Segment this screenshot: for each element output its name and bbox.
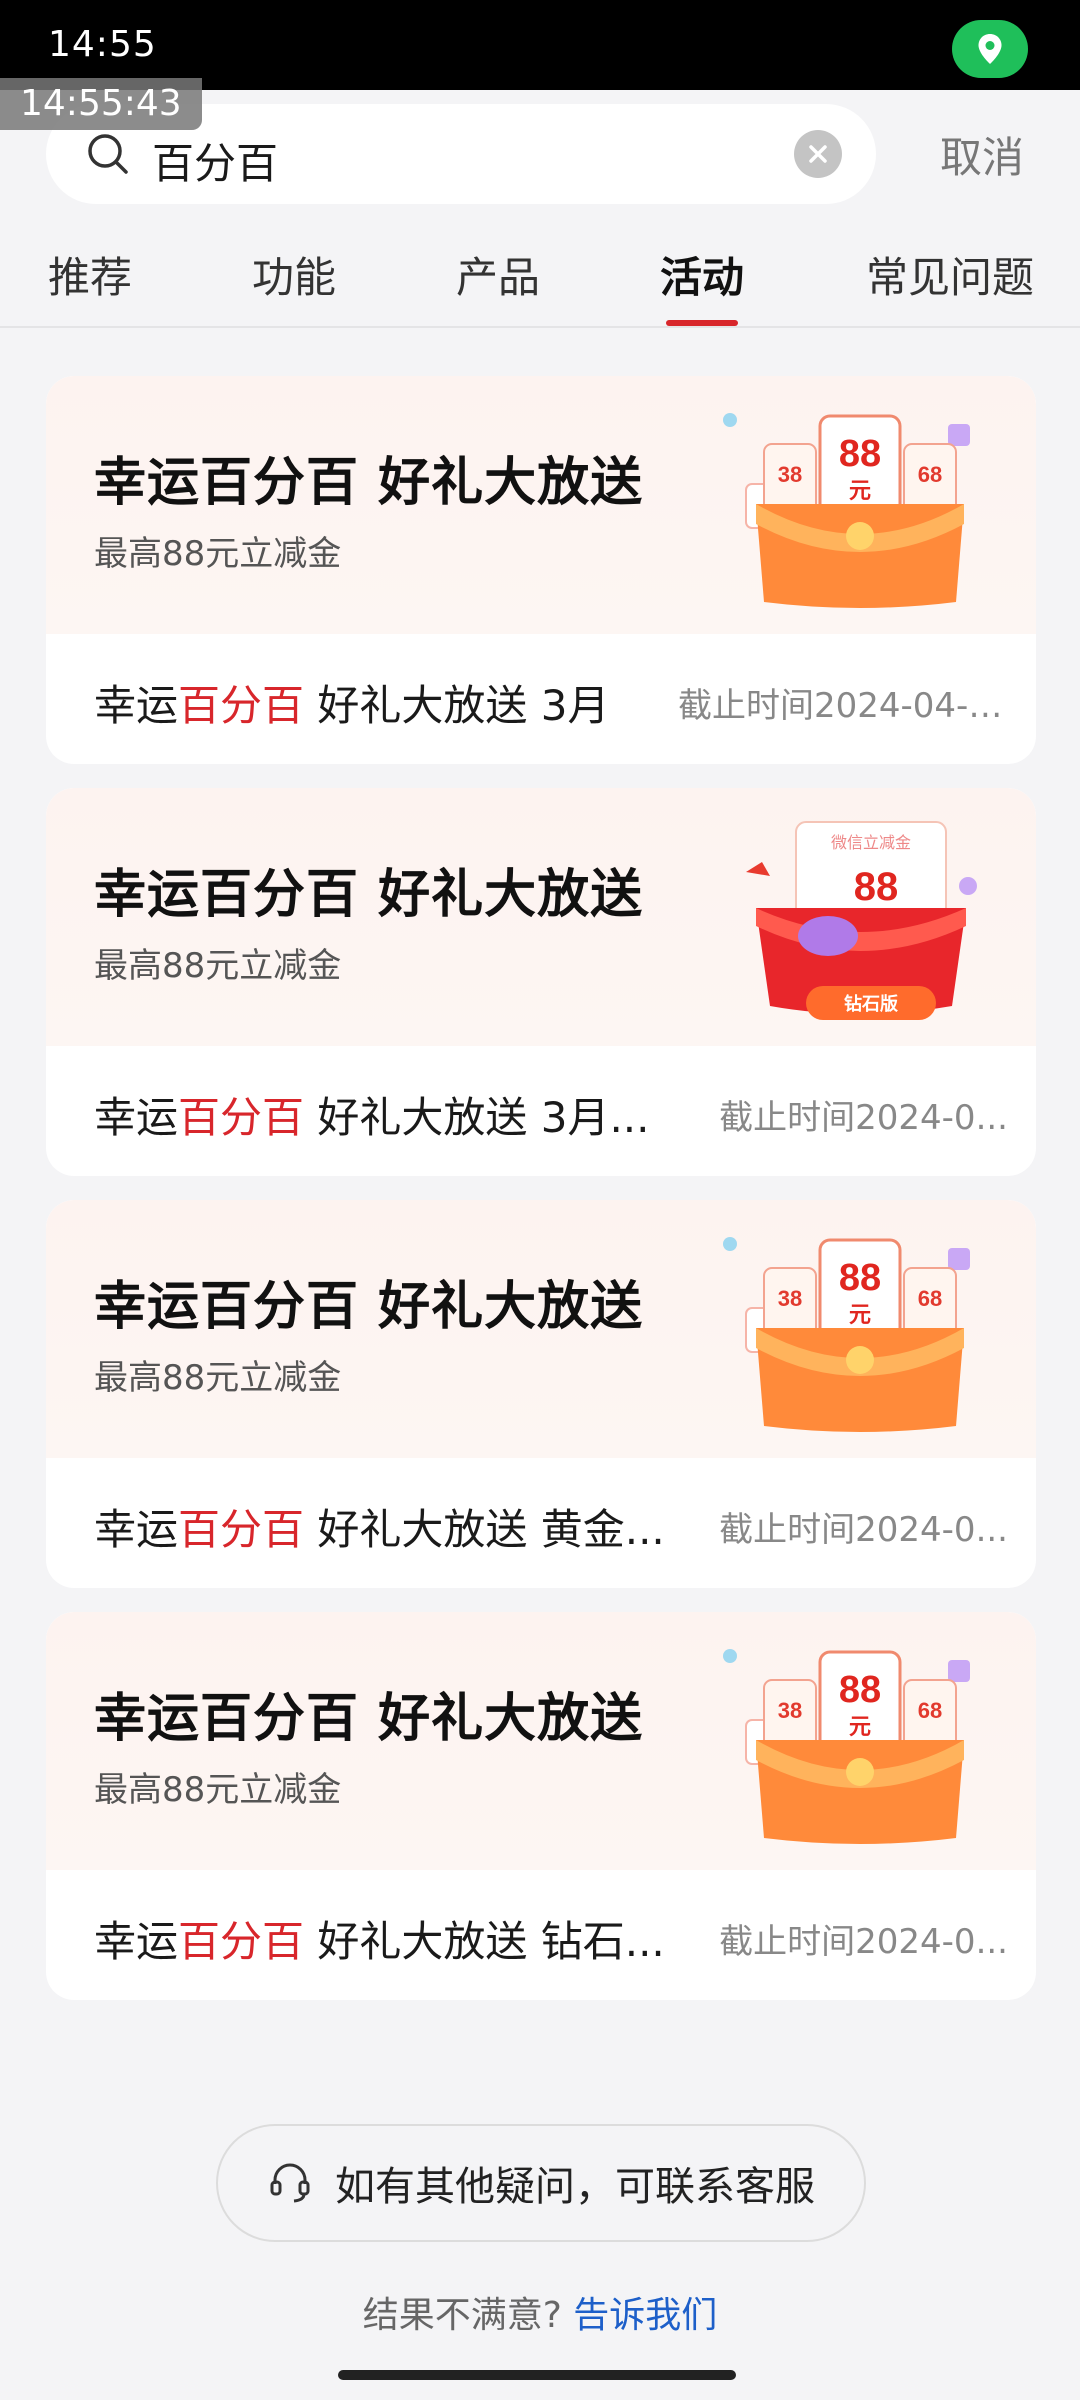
banner-title: 幸运百分百 好礼大放送	[94, 453, 644, 513]
title-prefix: 幸运	[94, 1917, 179, 1966]
svg-text:38: 38	[778, 1698, 802, 1723]
activity-title: 幸运百分百 好礼大放送 钻石...	[94, 1908, 694, 1969]
feedback-text: 结果不满意?	[362, 2295, 562, 2336]
timestamp-overlay: 14:55:43	[0, 78, 202, 130]
activity-banner: 幸运百分百 好礼大放送 最高88元立减金 38 68 88 元	[46, 376, 1036, 634]
headset-icon	[270, 2163, 310, 2203]
activity-card[interactable]: 幸运百分百 好礼大放送 最高88元立减金 微信立减金 88 钻石版 幸运百分百 …	[46, 788, 1036, 1176]
search-query: 百分百	[152, 139, 279, 188]
feedback-link[interactable]: 告诉我们	[573, 2295, 717, 2336]
status-time: 14:55	[48, 24, 157, 65]
title-highlight: 百分百	[178, 1093, 305, 1142]
tab-activities[interactable]: 活动	[660, 244, 744, 305]
active-tab-indicator	[666, 320, 738, 326]
cancel-button[interactable]: 取消	[940, 124, 1024, 185]
svg-text:钻石版: 钻石版	[844, 993, 898, 1015]
svg-text:38: 38	[778, 1286, 802, 1311]
svg-text:88: 88	[839, 433, 881, 475]
title-highlight: 百分百	[178, 1917, 305, 1966]
svg-text:68: 68	[918, 462, 942, 487]
category-tabs: 推荐 功能 产品 活动 常见问题	[0, 230, 1080, 328]
banner-title: 幸运百分百 好礼大放送	[94, 1277, 644, 1337]
svg-text:元: 元	[849, 479, 871, 504]
title-highlight: 百分百	[178, 681, 305, 730]
activity-deadline: 截止时间2024-04-30	[678, 686, 1008, 726]
activity-title: 幸运百分百 好礼大放送 3月	[94, 672, 654, 733]
svg-text:68: 68	[918, 1286, 942, 1311]
location-indicator	[952, 20, 1028, 78]
close-icon	[809, 145, 827, 163]
red-envelope-icon: 38 68 88 元	[723, 1649, 970, 1844]
title-suffix: 好礼大放送 3月	[304, 681, 610, 730]
title-suffix: 好礼大放送 3月...	[304, 1093, 650, 1142]
contact-support-button[interactable]: 如有其他疑问，可联系客服	[216, 2124, 866, 2242]
home-indicator[interactable]	[338, 2370, 736, 2380]
activity-card[interactable]: 幸运百分百 好礼大放送 最高88元立减金 38 68 88 元 幸运百分百 好礼…	[46, 1612, 1036, 2000]
activity-deadline: 截止时间2024-0...	[719, 1922, 1008, 1962]
activity-title: 幸运百分百 好礼大放送 3月...	[94, 1084, 676, 1145]
svg-text:38: 38	[778, 462, 802, 487]
location-pin-icon	[978, 34, 1002, 64]
activity-card[interactable]: 幸运百分百 好礼大放送 最高88元立减金 38 68 88 元 幸运百分百 好礼…	[46, 376, 1036, 764]
activity-deadline: 截止时间2024-0...	[719, 1510, 1008, 1550]
title-prefix: 幸运	[94, 681, 179, 730]
banner-title: 幸运百分百 好礼大放送	[94, 1689, 644, 1749]
tab-faq[interactable]: 常见问题	[866, 244, 1034, 305]
red-envelope-icon: 38 68 88 元	[723, 413, 970, 608]
title-suffix: 好礼大放送 黄金...	[304, 1505, 665, 1554]
gift-box-icon: 微信立减金 88 钻石版	[746, 821, 977, 1020]
banner-subtitle: 最高88元立减金	[94, 1770, 342, 1810]
title-prefix: 幸运	[94, 1505, 179, 1554]
svg-text:元: 元	[849, 1303, 871, 1328]
svg-text:68: 68	[918, 1698, 942, 1723]
banner-subtitle: 最高88元立减金	[94, 534, 342, 574]
activity-banner: 幸运百分百 好礼大放送 最高88元立减金 微信立减金 88 钻石版	[46, 788, 1036, 1046]
activity-deadline: 截止时间2024-0...	[719, 1098, 1008, 1138]
banner-title: 幸运百分百 好礼大放送	[94, 865, 644, 925]
search-icon	[88, 134, 128, 174]
svg-text:微信立减金: 微信立减金	[831, 833, 911, 852]
activity-card[interactable]: 幸运百分百 好礼大放送 最高88元立减金 38 68 88 元 幸运百分百 好礼…	[46, 1200, 1036, 1588]
activity-banner: 幸运百分百 好礼大放送 最高88元立减金 38 68 88 元	[46, 1612, 1036, 1870]
contact-label: 如有其他疑问，可联系客服	[335, 2164, 815, 2210]
tab-features[interactable]: 功能	[252, 244, 336, 305]
clear-search-button[interactable]	[794, 130, 842, 178]
svg-text:元: 元	[849, 1715, 871, 1740]
banner-subtitle: 最高88元立减金	[94, 1358, 342, 1398]
title-highlight: 百分百	[178, 1505, 305, 1554]
banner-subtitle: 最高88元立减金	[94, 946, 342, 986]
red-envelope-icon: 38 68 88 元	[723, 1237, 970, 1432]
status-bar: 14:55	[0, 0, 1080, 90]
activity-banner: 幸运百分百 好礼大放送 最高88元立减金 38 68 88 元	[46, 1200, 1036, 1458]
feedback-row: 结果不满意? 告诉我们	[0, 2286, 1080, 2338]
tab-products[interactable]: 产品	[456, 244, 540, 305]
svg-text:88: 88	[839, 1257, 881, 1299]
svg-text:88: 88	[854, 865, 899, 909]
svg-text:88: 88	[839, 1669, 881, 1711]
tab-recommended[interactable]: 推荐	[48, 244, 132, 305]
activity-title: 幸运百分百 好礼大放送 黄金...	[94, 1496, 694, 1557]
title-suffix: 好礼大放送 钻石...	[304, 1917, 665, 1966]
title-prefix: 幸运	[94, 1093, 179, 1142]
